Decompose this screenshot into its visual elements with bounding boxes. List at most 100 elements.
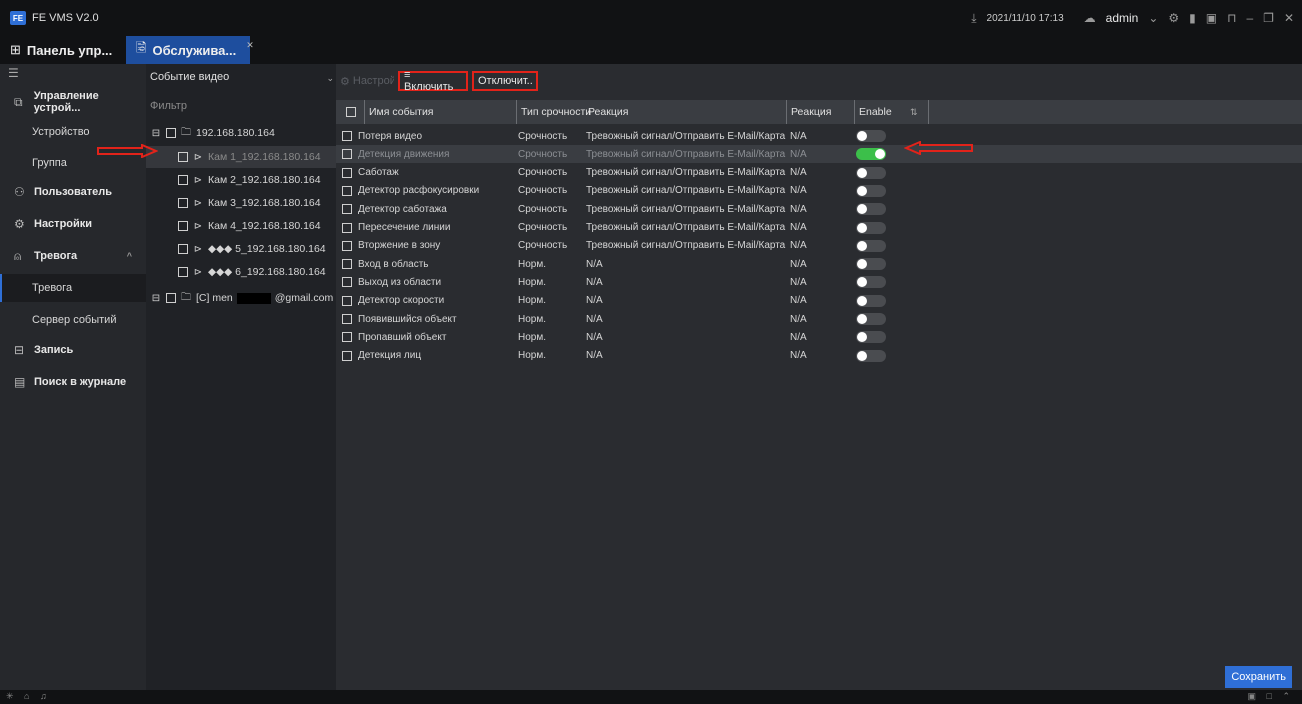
col-header-reaction[interactable]: Реакция [584,100,628,124]
row-checkbox[interactable] [342,292,352,310]
sort-icon[interactable]: ⇅ [906,100,918,124]
enable-toggle[interactable] [856,237,886,255]
collapse-icon[interactable]: ⊟ [150,293,162,304]
table-row[interactable]: Детектор саботажа Срочность Тревожный сигн… [336,200,1302,218]
user-menu[interactable]: admin [1106,11,1139,25]
row-checkbox[interactable] [342,347,352,365]
checkbox[interactable] [178,244,188,254]
enable-toggle[interactable] [856,292,886,310]
col-header-enable[interactable]: Enable [854,100,892,124]
sidebar-item-log-search[interactable]: ▤ Поиск в журнале [0,368,146,396]
tab-dashboard[interactable]: ⊞ Панель упр... [0,36,124,64]
sidebar-item-settings[interactable]: ⚙ Настройки [0,210,146,238]
stats-icon[interactable]: ▮ [1189,11,1196,25]
tree-node-camera-3[interactable]: ⊳ Кам 3_192.168.180.164 [146,192,336,214]
enable-toggle[interactable] [856,310,886,328]
collapse-menu-icon[interactable]: ☰ [8,66,19,80]
tree-node-label: Кам 2_192.168.180.164 [208,174,321,186]
sidebar-item-user[interactable]: ⚇ Пользователь [0,178,146,206]
enable-toggle[interactable] [856,328,886,346]
restore-icon[interactable]: ❐ [1263,11,1274,25]
checkbox[interactable] [178,267,188,277]
enable-toggle[interactable] [856,347,886,365]
checkbox[interactable] [178,152,188,162]
checkbox[interactable] [178,198,188,208]
row-checkbox[interactable] [342,145,352,163]
enable-button[interactable]: ≡ Включить [398,69,468,93]
enable-toggle[interactable] [856,145,886,163]
table-row[interactable]: Вторжение в зону Срочность Тревожный сигна… [336,237,1302,255]
table-row[interactable]: Детекция движения Срочность Тревожный сигн… [336,145,1302,164]
tree-node-camera-6[interactable]: ⊳ ◆◆◆ 6_192.168.180.164 [146,261,336,283]
cloud-icon[interactable]: ☁ [1084,11,1096,25]
enable-toggle[interactable] [856,127,886,145]
table-row[interactable]: Вход в область Норм. N/A N/A [336,255,1302,273]
cell-reaction: Тревожный сигнал/Отправить E-Mail/Карта [586,130,786,142]
folder-icon: 🗀 [181,126,191,138]
row-checkbox[interactable] [342,310,352,328]
row-checkbox[interactable] [342,182,352,200]
col-header-reaction-2[interactable]: Реакция [786,100,831,124]
save-button[interactable]: Сохранить [1225,666,1292,688]
enable-toggle[interactable] [856,200,886,218]
tree-node-cloud-account[interactable]: ⊟ 🗀 [C] men @gmail.com [146,287,336,309]
tree-node-nvr[interactable]: ⊟ 🗀 192.168.180.164 [146,122,336,144]
col-header-event-name[interactable]: Имя события [364,100,434,124]
enable-toggle[interactable] [856,164,886,182]
table-row[interactable]: Детектор расфокусировки Срочность Тревожны… [336,182,1302,200]
select-all-checkbox[interactable] [342,100,356,124]
cell-urgency: Норм. [518,295,546,307]
row-checkbox[interactable] [342,164,352,182]
gear-icon[interactable]: ⚙ [1168,11,1179,25]
enable-toggle[interactable] [856,273,886,291]
lock-icon[interactable]: ⊓ [1227,11,1236,25]
tab-maintenance[interactable]: 🗟 Обслужива... ✕ [126,36,254,64]
settings-button[interactable]: ⚙ Настройки [336,71,398,91]
checkbox[interactable] [178,221,188,231]
sidebar-item-device[interactable]: Устройство [0,118,146,146]
row-checkbox[interactable] [342,255,352,273]
chevron-down-icon[interactable]: ⌄ [1148,11,1158,25]
table-row[interactable]: Пропавший объект Норм. N/A N/A [336,328,1302,346]
tree-node-camera-4[interactable]: ⊳ Кам 4_192.168.180.164 [146,215,336,237]
checkbox[interactable] [178,175,188,185]
cell-event-name: Выход из области [358,276,442,288]
checkbox[interactable] [166,293,176,303]
table-row[interactable]: Потеря видео Срочность Тревожный сигнал/От… [336,127,1302,145]
table-row[interactable]: Выход из области Норм. N/A N/A [336,273,1302,291]
sidebar-item-record[interactable]: ⊟ Запись [0,336,146,364]
row-checkbox[interactable] [342,328,352,346]
event-type-select[interactable]: Событие видео ⌄ [146,71,336,89]
row-checkbox[interactable] [342,273,352,291]
screenshot-icon[interactable]: ▣ [1206,11,1217,25]
minimize-icon[interactable]: – [1246,11,1253,25]
table-row[interactable]: Детектор скорости Норм. N/A N/A [336,292,1302,310]
enable-toggle[interactable] [856,219,886,237]
sidebar-item-alarm[interactable]: ⍝ Тревога ^ [0,242,146,270]
tree-node-camera-5[interactable]: ⊳ ◆◆◆ 5_192.168.180.164 [146,238,336,260]
tab-close-icon[interactable]: ✕ [246,40,254,51]
sidebar-item-event-server[interactable]: Сервер событий [0,306,146,334]
tree-node-camera-2[interactable]: ⊳ Кам 2_192.168.180.164 [146,169,336,191]
checkbox[interactable] [166,128,176,138]
row-checkbox[interactable] [342,127,352,145]
table-row[interactable]: Появившийся объект Норм. N/A N/A [336,310,1302,328]
tree-node-camera-1[interactable]: ⊳ Кам 1_192.168.180.164 [146,146,336,168]
enable-toggle[interactable] [856,255,886,273]
collapse-icon[interactable]: ⊟ [150,128,162,139]
row-checkbox[interactable] [342,237,352,255]
enable-toggle[interactable] [856,182,886,200]
col-header-urgency[interactable]: Тип срочности [516,100,591,124]
table-row[interactable]: Пересечение линии Срочность Тревожный сигн… [336,219,1302,237]
row-checkbox[interactable] [342,219,352,237]
app-title: FE VMS V2.0 [32,12,99,24]
table-row[interactable]: Саботаж Срочность Тревожный сигнал/Отправи… [336,164,1302,182]
download-icon[interactable]: ⤓ [971,11,976,26]
close-icon[interactable]: ✕ [1284,11,1294,25]
table-row[interactable]: Детекция лиц Норм. N/A N/A [336,347,1302,365]
tree-filter-input[interactable]: Фильтр [150,100,187,112]
row-checkbox[interactable] [342,200,352,218]
sidebar-item-alarm-sub[interactable]: Тревога [0,274,146,302]
disable-button[interactable]: Отключит.. [472,71,538,91]
sidebar-item-device-management[interactable]: ⧉ Управление устрой... [0,88,146,116]
